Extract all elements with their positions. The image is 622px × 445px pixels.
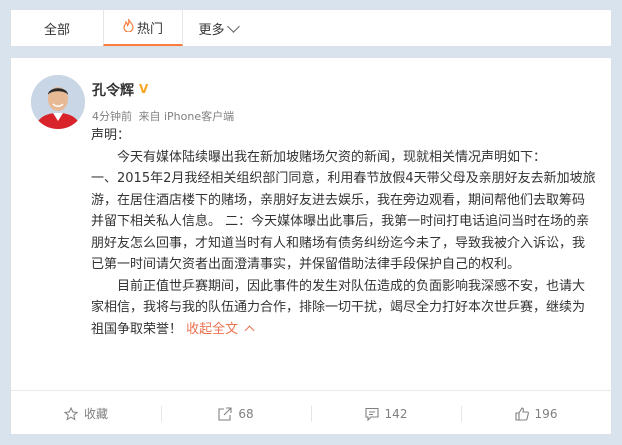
post-time[interactable]: 4分钟前 — [92, 110, 132, 123]
comment-button[interactable]: 142 — [311, 404, 461, 424]
post-paragraph: 声明： — [91, 128, 131, 143]
avatar[interactable] — [31, 75, 85, 129]
collapse-label: 收起全文 — [186, 321, 239, 337]
tab-all-label: 全部 — [43, 22, 70, 38]
post-paragraph: 一、2015年2月我经相关组织部门同意，利用春节放假4天带父母及亲朋好友去新加坡… — [91, 171, 596, 272]
like-count: 196 — [534, 406, 558, 421]
verified-badge-icon: V — [139, 82, 149, 96]
post-content: 声明： 今天有媒体陆续曝出我在新加坡赌场欠资的新闻，现就相关情况声明如下： 一、… — [91, 125, 596, 340]
post-paragraph: 今天有媒体陆续曝出我在新加坡赌场欠资的新闻，现就相关情况声明如下： — [117, 149, 547, 165]
post-actions: 收藏 68 142 196 — [11, 390, 611, 436]
post-paragraph-text: 目前正值世乒赛期间，因此事件的发生对队伍造成的负面影响我深感不安，也请大家相信，… — [91, 278, 586, 337]
post-paragraph-last: 目前正值世乒赛期间，因此事件的发生对队伍造成的负面影响我深感不安，也请大家相信，… — [91, 276, 596, 341]
share-button[interactable]: 68 — [161, 404, 311, 424]
favorite-button[interactable]: 收藏 — [11, 404, 161, 424]
star-icon — [63, 406, 78, 421]
post-source: 来自 iPhone客户端 — [138, 110, 235, 123]
post-meta: 4分钟前 来自 iPhone客户端 — [92, 108, 237, 124]
comment-count: 142 — [384, 406, 408, 421]
favorite-label: 收藏 — [83, 407, 108, 421]
tab-bar: 全部 热门 更多 — [10, 9, 612, 47]
tab-hot-label: 热门 — [136, 21, 163, 37]
tab-more[interactable]: 更多 — [183, 10, 253, 46]
author-name[interactable]: 孔令辉 — [92, 80, 134, 100]
weibo-post-card: 孔令辉 V 4分钟前 来自 iPhone客户端 声明： 今天有媒体陆续曝出我在新… — [10, 57, 612, 435]
flame-icon — [123, 18, 134, 35]
tab-more-label: 更多 — [198, 22, 225, 38]
share-count: 68 — [238, 406, 254, 421]
tab-hot[interactable]: 热门 — [103, 10, 183, 46]
comment-icon — [364, 407, 379, 421]
like-icon — [514, 406, 529, 421]
collapse-full-text-link[interactable]: 收起全文 — [186, 321, 255, 337]
share-icon — [218, 406, 232, 421]
tab-all[interactable]: 全部 — [11, 10, 103, 46]
like-button[interactable]: 196 — [461, 404, 611, 424]
chevron-down-icon — [226, 19, 240, 33]
chevron-up-icon — [244, 325, 255, 335]
